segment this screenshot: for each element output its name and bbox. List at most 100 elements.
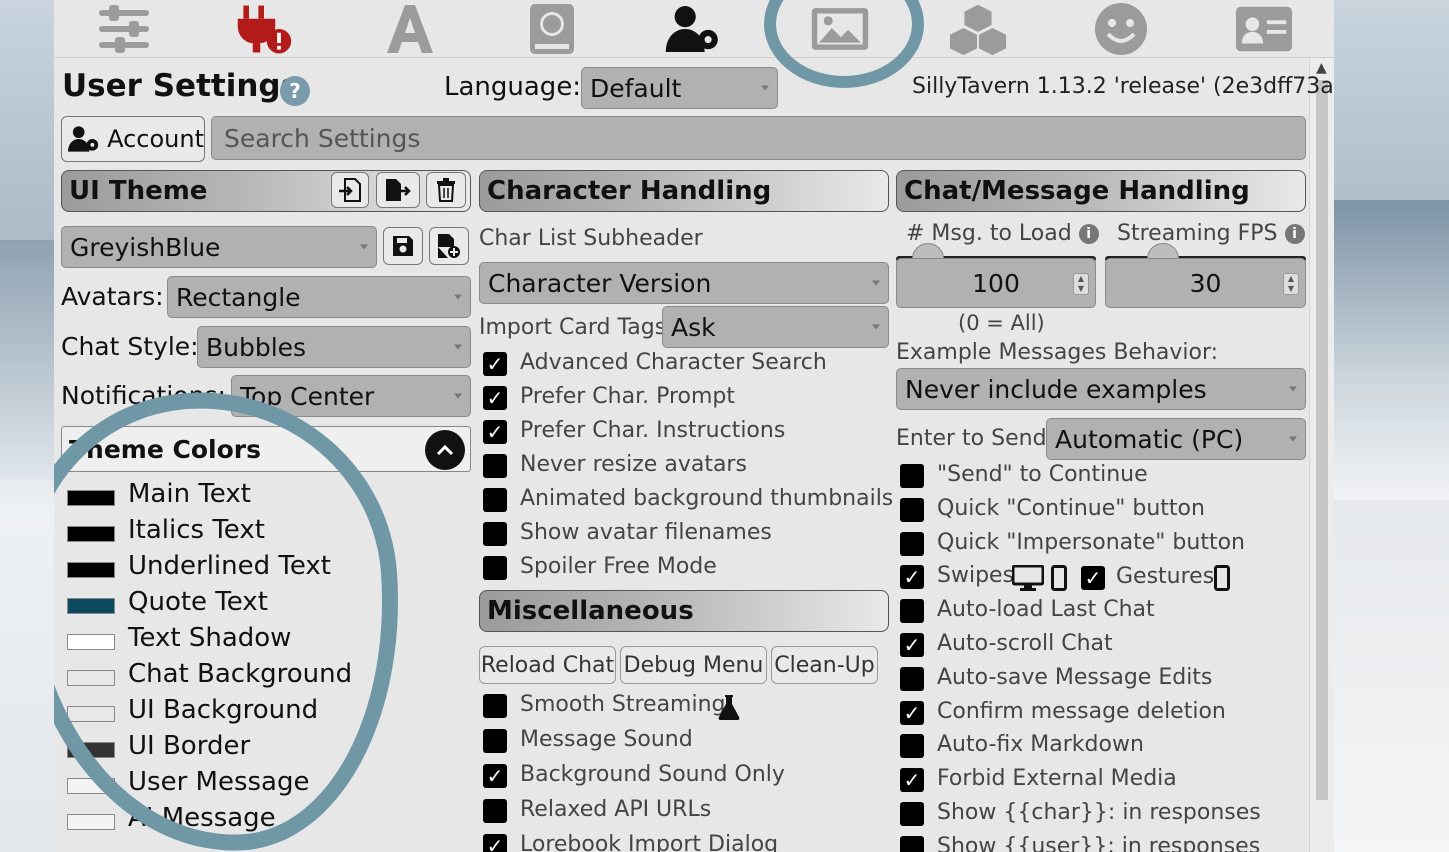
enter-to-send-value: Automatic (PC) <box>1055 424 1244 454</box>
color-swatch[interactable] <box>67 706 115 722</box>
info-icon[interactable]: i <box>1078 224 1099 244</box>
checkbox[interactable] <box>483 522 507 546</box>
theme-select[interactable]: GreyishBlue <box>61 226 377 268</box>
char-list-subheader-label: Char List Subheader <box>479 226 703 251</box>
checkbox[interactable]: ✓ <box>483 352 507 376</box>
checkbox[interactable] <box>900 497 924 522</box>
checkbox[interactable]: ✓ <box>483 386 507 410</box>
top-navigation-bar <box>54 0 1334 58</box>
export-theme-button[interactable] <box>376 172 420 208</box>
checkbox-label: Show {{char}}: in responses <box>937 800 1261 825</box>
color-label: Underlined Text <box>128 551 331 581</box>
color-swatch[interactable] <box>67 814 115 830</box>
spinner-icon[interactable]: ▲ ▼ <box>1283 273 1299 295</box>
color-swatch[interactable] <box>67 742 115 758</box>
notifications-select[interactable]: Top Center <box>231 375 471 417</box>
color-swatch[interactable] <box>67 562 115 578</box>
checkbox-label: Lorebook Import Dialog <box>520 832 779 852</box>
checkbox[interactable]: ✓ <box>483 420 507 444</box>
debug-menu-button[interactable]: Debug Menu <box>620 646 767 684</box>
streaming-fps-input[interactable]: 30 ▲ ▼ <box>1105 258 1306 308</box>
checkbox[interactable]: ✓ <box>483 764 507 788</box>
msg-to-load-input[interactable]: 100 ▲ ▼ <box>896 258 1096 308</box>
user-gear-icon[interactable] <box>664 2 724 56</box>
enter-to-send-select[interactable]: Automatic (PC) <box>1046 418 1306 460</box>
background-mountains-right <box>1334 200 1449 500</box>
chevron-up-icon[interactable] <box>425 430 465 470</box>
char-list-subheader-select[interactable]: Character Version <box>479 262 889 304</box>
scrollbar-thumb[interactable] <box>1316 80 1328 800</box>
example-messages-select[interactable]: Never include examples <box>896 368 1306 410</box>
avatars-label: Avatars: <box>61 282 164 311</box>
gestures-checkbox[interactable]: ✓ <box>1081 566 1105 590</box>
question-circle-icon[interactable]: ? <box>280 76 310 106</box>
language-select[interactable]: Default <box>581 67 778 109</box>
color-swatch[interactable] <box>67 670 115 686</box>
checkbox[interactable]: ✓ <box>900 700 924 725</box>
checkbox[interactable]: ✓ <box>900 565 924 590</box>
chat-message-handling-header: Chat/Message Handling <box>896 170 1306 212</box>
account-button[interactable]: Account <box>61 116 205 162</box>
example-messages-label: Example Messages Behavior: <box>896 340 1219 365</box>
color-swatch[interactable] <box>67 490 115 506</box>
chat-style-value: Bubbles <box>206 332 307 362</box>
checkbox[interactable] <box>483 729 507 753</box>
checkbox[interactable] <box>900 599 924 624</box>
smiley-icon[interactable] <box>1091 2 1151 56</box>
file-plus-icon <box>438 234 460 258</box>
new-theme-button[interactable] <box>429 227 469 265</box>
checkbox[interactable] <box>483 799 507 823</box>
gestures-label: Gestures <box>1116 564 1215 589</box>
checkbox[interactable] <box>483 556 507 580</box>
clean-up-button[interactable]: Clean-Up <box>771 646 878 684</box>
cubes-icon[interactable] <box>948 2 1008 56</box>
import-theme-button[interactable] <box>331 172 369 208</box>
info-icon[interactable]: i <box>1284 224 1305 244</box>
import-card-tags-value: Ask <box>671 312 716 342</box>
color-label: Italics Text <box>128 515 265 545</box>
checkbox[interactable] <box>900 666 924 691</box>
plug-warning-icon[interactable] <box>234 2 294 56</box>
settings-panel: ▲ User Settings ? Language: Default Sill… <box>54 0 1334 852</box>
font-a-icon[interactable] <box>380 2 440 56</box>
file-import-icon <box>339 178 361 202</box>
search-input[interactable]: Search Settings <box>211 116 1306 160</box>
flask-icon <box>718 694 740 724</box>
floppy-disk-icon <box>393 236 413 256</box>
checkbox[interactable] <box>483 454 507 478</box>
language-label: Language: <box>444 72 582 102</box>
checkbox[interactable] <box>900 734 924 759</box>
checkbox[interactable]: ✓ <box>900 768 924 793</box>
checkbox[interactable]: ✓ <box>900 633 924 657</box>
color-swatch[interactable] <box>67 634 115 650</box>
id-card-icon[interactable] <box>1234 2 1294 56</box>
avatars-value: Rectangle <box>176 282 301 312</box>
checkbox[interactable] <box>900 464 924 488</box>
sliders-icon[interactable] <box>94 2 154 56</box>
checkbox[interactable] <box>900 835 924 852</box>
color-swatch[interactable] <box>67 778 115 794</box>
msg-to-load-note: (0 = All) <box>958 311 1045 335</box>
avatars-select[interactable]: Rectangle <box>167 276 471 318</box>
color-label: UI Border <box>128 731 251 761</box>
save-theme-button[interactable] <box>383 227 423 265</box>
language-value: Default <box>590 73 682 103</box>
checkbox[interactable] <box>900 531 924 556</box>
image-icon[interactable] <box>810 2 870 56</box>
checkbox[interactable] <box>483 488 507 512</box>
import-card-tags-select[interactable]: Ask <box>662 306 889 348</box>
notifications-value: Top Center <box>240 381 375 411</box>
checkbox[interactable]: ✓ <box>483 834 507 852</box>
reload-chat-button[interactable]: Reload Chat <box>479 646 616 684</box>
color-swatch[interactable] <box>67 526 115 542</box>
streaming-fps-label: Streaming FPS i <box>1117 221 1305 246</box>
mobile-icon <box>1214 565 1230 595</box>
checkbox[interactable] <box>483 694 507 718</box>
spinner-icon[interactable]: ▲ ▼ <box>1073 273 1089 295</box>
delete-theme-button[interactable] <box>426 172 466 208</box>
theme-colors-drawer[interactable]: Theme Colors <box>61 426 471 472</box>
checkbox[interactable] <box>900 802 924 826</box>
chat-style-select[interactable]: Bubbles <box>197 326 471 368</box>
color-swatch[interactable] <box>67 598 115 614</box>
book-globe-icon[interactable] <box>522 2 582 56</box>
